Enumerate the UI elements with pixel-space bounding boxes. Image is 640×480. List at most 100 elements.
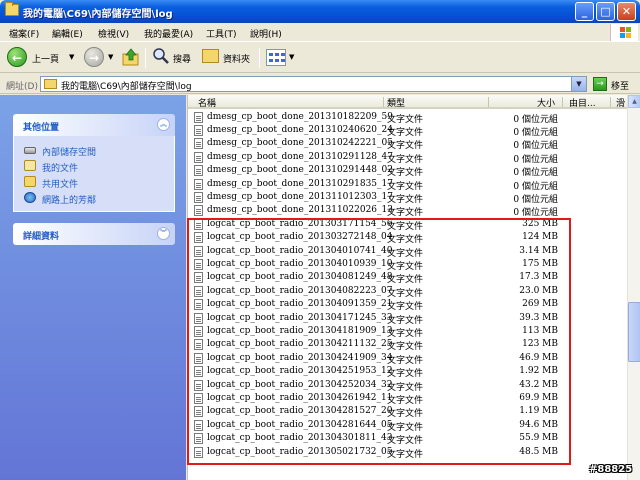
file-name: dmesg_cp_boot_done_201310182209_59 xyxy=(207,111,393,122)
file-row[interactable]: dmesg_cp_boot_done_201310240620_24 文字文件 0 … xyxy=(188,124,628,138)
folder-up-icon[interactable] xyxy=(122,48,140,66)
column-type[interactable]: 類型 xyxy=(387,96,405,109)
file-size: 39.3 MB xyxy=(519,312,558,323)
collapse-chevron-icon[interactable]: ︽ xyxy=(157,118,170,131)
file-row[interactable]: dmesg_cp_boot_done_201310242221_05 文字文件 0 … xyxy=(188,137,628,152)
file-row[interactable]: logcat_cp_boot_radio_201304281644_05 文字文件… xyxy=(188,419,628,433)
column-date[interactable]: 由目... xyxy=(569,96,596,109)
text-file-icon xyxy=(194,232,203,244)
maximize-button[interactable]: □ xyxy=(596,2,615,21)
other-places-title: 其他位置 xyxy=(23,123,60,133)
file-row[interactable]: dmesg_cp_boot_done_201310291128_47 文字文件 0 … xyxy=(188,151,628,165)
file-row[interactable]: dmesg_cp_boot_done_201311012303_17 文字文件 0 … xyxy=(188,191,628,205)
file-row[interactable]: logcat_cp_boot_radio_201304301811_43 文字文件… xyxy=(188,432,628,446)
column-divider[interactable] xyxy=(488,97,489,107)
file-row[interactable]: logcat_cp_boot_radio_201304261942_11 文字文件… xyxy=(188,392,628,406)
file-name: dmesg_cp_boot_done_201311022026_13 xyxy=(207,205,393,216)
file-row[interactable]: logcat_cp_boot_radio_201304251953_12 文字文件… xyxy=(188,365,628,379)
column-divider[interactable] xyxy=(383,97,384,107)
address-input[interactable]: 我的電腦\C69\內部儲存空間\log ▼ xyxy=(40,76,587,92)
place-network[interactable]: 網路上的芳鄰 xyxy=(24,191,174,207)
text-file-icon xyxy=(194,446,203,458)
file-name: logcat_cp_boot_radio_201303171154_56 xyxy=(207,218,393,229)
file-name: logcat_cp_boot_radio_201304281527_20 xyxy=(207,406,393,417)
minimize-button[interactable]: _ xyxy=(575,2,594,21)
file-row[interactable]: dmesg_cp_boot_done_201310291448_02 文字文件 0 … xyxy=(188,164,628,178)
file-row[interactable]: logcat_cp_boot_radio_201304252034_32 文字文件… xyxy=(188,379,628,393)
task-pane: 其他位置 ︽ 內部儲存空間 我的文件 共用文件 網路上的芳鄰 詳細資料 ︾ xyxy=(0,95,186,480)
windows-flag-icon xyxy=(620,27,631,38)
file-row[interactable]: logcat_cp_boot_radio_201304241909_34 文字文件… xyxy=(188,352,628,366)
views-icon[interactable] xyxy=(266,49,286,66)
file-name: dmesg_cp_boot_done_201310291835_17 xyxy=(207,178,393,189)
place-shared-documents[interactable]: 共用文件 xyxy=(24,175,174,191)
forward-arrow-icon[interactable]: → xyxy=(84,47,104,67)
text-file-icon xyxy=(194,272,203,284)
column-size[interactable]: 大小 xyxy=(537,96,555,109)
folders-button[interactable]: 資料夾 xyxy=(223,52,250,65)
place-internal-storage[interactable]: 內部儲存空間 xyxy=(24,143,174,159)
back-button[interactable]: 上一頁 xyxy=(32,52,59,65)
address-dropdown-icon[interactable]: ▼ xyxy=(571,77,586,91)
folder-icon xyxy=(44,79,57,89)
file-row[interactable]: dmesg_cp_boot_done_201310291835_17 文字文件 0 … xyxy=(188,178,628,192)
scroll-up-icon[interactable]: ▲ xyxy=(628,95,640,108)
file-size: 124 MB xyxy=(522,232,558,243)
search-icon[interactable] xyxy=(152,47,170,65)
file-size: 113 MB xyxy=(522,325,558,336)
menu-view[interactable]: 檢視(V) xyxy=(98,27,129,40)
menu-favorites[interactable]: 我的最愛(A) xyxy=(144,27,193,40)
file-row[interactable]: logcat_cp_boot_radio_201304181909_13 文字文件… xyxy=(188,325,628,339)
file-row[interactable]: logcat_cp_boot_radio_201304211132_25 文字文件… xyxy=(188,338,628,352)
file-type: 文字文件 xyxy=(387,382,424,393)
file-row[interactable]: logcat_cp_boot_radio_201304081249_48 文字文件… xyxy=(188,271,628,285)
file-row[interactable]: logcat_cp_boot_radio_201304010939_10 文字文件… xyxy=(188,258,628,272)
vertical-scrollbar[interactable]: ▲ xyxy=(627,95,640,480)
file-type: 文字文件 xyxy=(387,315,424,326)
text-file-icon xyxy=(194,218,203,230)
text-file-icon xyxy=(194,325,203,337)
file-row[interactable]: logcat_cp_boot_radio_201304082223_07 文字文件… xyxy=(188,285,628,299)
file-size: 17.3 MB xyxy=(519,272,558,283)
scroll-thumb[interactable] xyxy=(628,302,640,362)
views-dropdown-icon[interactable]: ▼ xyxy=(289,53,294,61)
file-type: 文字文件 xyxy=(387,154,424,165)
go-button[interactable]: 移至 xyxy=(611,79,629,92)
file-type: 文字文件 xyxy=(387,141,424,152)
column-divider[interactable] xyxy=(610,97,611,107)
file-row[interactable]: logcat_cp_boot_radio_201304010741_40 文字文件… xyxy=(188,245,628,259)
search-button[interactable]: 搜尋 xyxy=(173,52,191,65)
back-arrow-icon[interactable]: ← xyxy=(7,47,27,67)
forward-dropdown-icon[interactable]: ▼ xyxy=(108,53,113,61)
file-size: 69.9 MB xyxy=(519,392,558,403)
menu-tools[interactable]: 工具(T) xyxy=(206,27,237,40)
file-type: 文字文件 xyxy=(387,449,424,460)
file-row[interactable]: logcat_cp_boot_radio_201303171154_56 文字文件… xyxy=(188,218,628,232)
column-extra[interactable]: 滑 xyxy=(616,96,625,109)
back-dropdown-icon[interactable]: ▼ xyxy=(69,53,74,61)
folders-icon[interactable] xyxy=(202,49,219,63)
details-panel: 詳細資料 ︾ xyxy=(13,223,175,245)
menu-edit[interactable]: 編輯(E) xyxy=(52,27,83,40)
close-button[interactable]: ✕ xyxy=(617,2,636,21)
place-label: 網路上的芳鄰 xyxy=(42,196,97,206)
details-header[interactable]: 詳細資料 ︾ xyxy=(13,223,175,245)
expand-chevron-icon[interactable]: ︾ xyxy=(157,227,170,240)
column-name[interactable]: 名稱 xyxy=(198,96,216,109)
go-arrow-icon[interactable]: → xyxy=(593,77,607,91)
file-row[interactable]: logcat_cp_boot_radio_201304091359_21 文字文件… xyxy=(188,298,628,312)
file-row[interactable]: logcat_cp_boot_radio_201304281527_20 文字文件… xyxy=(188,405,628,419)
file-row[interactable]: dmesg_cp_boot_done_201310182209_59 文字文件 0 … xyxy=(188,111,628,125)
title-bar[interactable]: 我的電腦\C69\內部儲存空間\log _ □ ✕ xyxy=(0,0,640,23)
toolbar: ← 上一頁 ▼ → ▼ 搜尋 資料夾 ▼ xyxy=(0,43,640,73)
column-divider[interactable] xyxy=(562,97,563,107)
place-my-documents[interactable]: 我的文件 xyxy=(24,159,174,175)
file-row[interactable]: dmesg_cp_boot_done_201311022026_13 文字文件 0 … xyxy=(188,204,628,218)
menu-help[interactable]: 說明(H) xyxy=(250,27,282,40)
file-row[interactable]: logcat_cp_boot_radio_201304171245_33 文字文件… xyxy=(188,312,628,326)
menu-file[interactable]: 檔案(F) xyxy=(9,27,39,40)
file-row[interactable]: logcat_cp_boot_radio_201303272148_04 文字文件… xyxy=(188,231,628,245)
file-row[interactable]: logcat_cp_boot_radio_201305021732_05 文字文件… xyxy=(188,446,628,460)
file-name: logcat_cp_boot_radio_201304091359_21 xyxy=(207,299,393,310)
other-places-header[interactable]: 其他位置 ︽ xyxy=(13,114,175,136)
